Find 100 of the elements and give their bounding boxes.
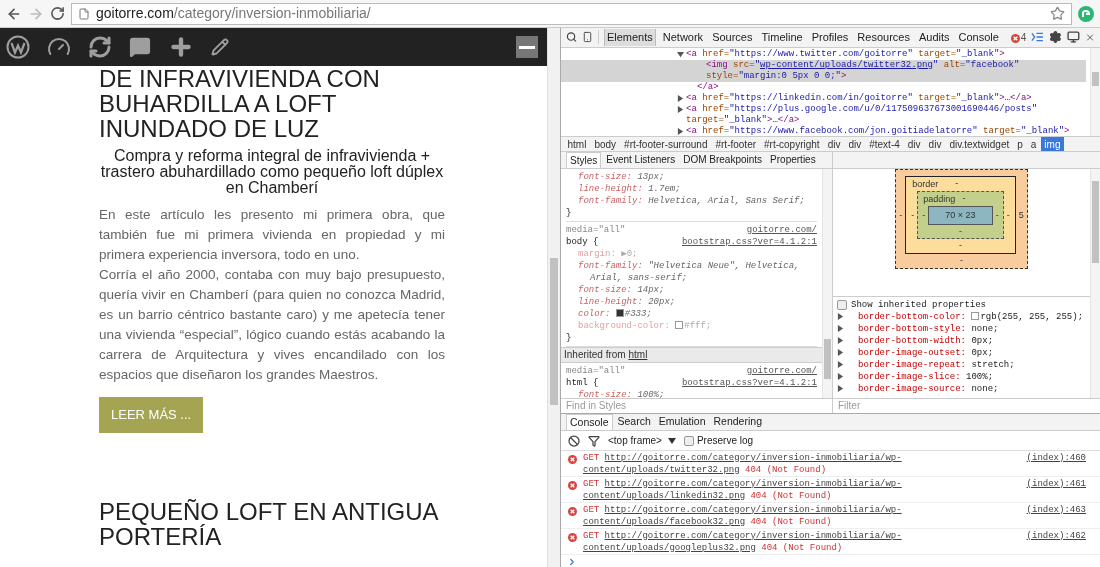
source-link[interactable]: (index):463	[1026, 503, 1086, 516]
screen-options-icon[interactable]	[516, 36, 538, 58]
panel-tab[interactable]: Network	[660, 29, 706, 46]
breadcrumb[interactable]: div	[925, 136, 945, 151]
color-swatch[interactable]	[675, 321, 684, 330]
scrollbar-thumb[interactable]	[1092, 180, 1099, 263]
panel-tab[interactable]: Console	[956, 29, 1001, 46]
breadcrumb[interactable]: #text-4	[865, 136, 904, 151]
panel-tab[interactable]: Sources	[710, 29, 755, 46]
panel-tab[interactable]: Timeline	[759, 29, 805, 46]
find-in-styles-field[interactable]: Find in Styles	[561, 397, 832, 413]
breadcrumb[interactable]: #rt-footer-surround	[620, 136, 711, 151]
source-link[interactable]: (index):460	[1026, 451, 1086, 464]
breadcrumb[interactable]: div	[824, 136, 844, 151]
pencil-icon[interactable]	[211, 38, 229, 56]
media-query: media="all"	[566, 223, 626, 236]
console-message: GET http://goitorre.com/category/inversion-inmobiliaria/wp- content/uploads/twitter32.png 404 (Not Found)	[583, 451, 903, 476]
scrollbar-thumb[interactable]	[1092, 71, 1099, 86]
scrollbar-thumb[interactable]	[824, 338, 831, 379]
reload-button[interactable]	[50, 6, 65, 21]
dom-node[interactable]: <a href="https://plus.google.com/u/0/117509637673001690446/posts" target="_blank">…</a>	[686, 103, 1086, 126]
css-property: border-image-source: none;	[857, 382, 999, 395]
source-link[interactable]: (index):462	[1026, 529, 1086, 542]
drawer-tab[interactable]: Search	[614, 414, 654, 431]
url-link[interactable]: content/uploads/facebook32.png	[583, 516, 746, 527]
panel-tab[interactable]: Elements	[603, 29, 656, 46]
refresh-icon[interactable]	[88, 35, 112, 59]
error-icon	[1010, 34, 1020, 44]
dock-icon[interactable]	[1067, 30, 1080, 45]
settings-icon[interactable]	[1049, 30, 1063, 45]
drawer-tab[interactable]: Emulation	[655, 414, 709, 431]
panel-tab[interactable]: Profiles	[809, 29, 851, 46]
device-icon[interactable]	[582, 31, 593, 44]
css-property: line-height: 20px;	[577, 295, 677, 308]
box-value: -	[958, 239, 963, 251]
article-paragraph: En este artículo les presento mi primera obra, que también fue mi primera vivienda en propiedad y mi primera experiencia inversora, todo en uno.	[99, 206, 445, 264]
scrollbar-thumb[interactable]	[550, 258, 558, 405]
url-link[interactable]: content/uploads/googleplus32.png	[583, 542, 756, 553]
breadcrumb[interactable]: body	[590, 136, 620, 151]
dom-node[interactable]: <a href="https://linkedin.com/in/goitorre" target="_blank">…</a>	[686, 92, 1032, 104]
drawer-tab[interactable]: Rendering	[710, 414, 765, 431]
breadcrumb[interactable]: #rt-footer	[711, 136, 760, 151]
breadcrumb[interactable]: div	[844, 136, 865, 151]
triangle-down-icon[interactable]	[677, 50, 684, 58]
breadcrumb[interactable]: html	[564, 136, 590, 151]
article-title[interactable]: DE INFRAVIVIENDA CON BUHARDILLA A LOFT INUNDADO DE LUZ	[99, 66, 380, 141]
source-link[interactable]: (index):461	[1026, 477, 1086, 490]
console-drawer-icon[interactable]	[1031, 32, 1045, 43]
box-value: -	[1005, 208, 1011, 221]
filter-icon[interactable]	[588, 434, 600, 447]
wordpress-logo-icon[interactable]	[6, 35, 30, 59]
checkbox[interactable]	[837, 299, 847, 310]
element-link[interactable]: html	[628, 348, 648, 360]
sidebar-tab[interactable]: DOM Breakpoints	[680, 151, 766, 168]
sidebar-tab[interactable]: Event Listeners	[603, 151, 679, 168]
color-swatch[interactable]	[971, 312, 980, 321]
dom-node[interactable]: <a href="https://www.facebook.com/jon.goitiadelatorre" target="_blank">	[686, 125, 1070, 136]
sidebar-tab[interactable]: Properties	[767, 151, 819, 168]
source-link[interactable]: goitorre.com/	[746, 364, 817, 377]
extension-icon[interactable]	[1078, 5, 1094, 22]
source-link[interactable]: bootstrap.css?ver=4.1.2:1	[681, 235, 817, 248]
breadcrumb[interactable]: p	[1013, 136, 1027, 151]
comment-icon[interactable]	[129, 36, 151, 58]
checkbox[interactable]	[683, 435, 694, 446]
css-property: border-bottom-style: none;	[857, 322, 999, 335]
triangle-right-icon[interactable]	[677, 127, 684, 135]
frame-dropdown[interactable]: <top frame>	[608, 433, 676, 449]
clear-console-icon[interactable]	[568, 434, 580, 447]
filter-field[interactable]: Filter	[833, 397, 1100, 413]
panel-tab[interactable]: Audits	[916, 29, 952, 46]
dom-node[interactable]: <a href="https://www.twitter.com/goitorre" target="_blank">	[686, 48, 1005, 60]
url-link[interactable]: http://goitorre.com/category/inversion-inmobiliaria/wp-	[604, 452, 902, 463]
url-link[interactable]: http://goitorre.com/category/inversion-inmobiliaria/wp-	[604, 530, 902, 541]
breadcrumb[interactable]: div.textwidget	[945, 136, 1013, 151]
prompt-icon[interactable]	[567, 557, 577, 567]
search-icon[interactable]	[566, 31, 577, 44]
bookmark-star-icon[interactable]	[1050, 6, 1065, 21]
resource-link[interactable]: wp-content/uploads/twitter32.png	[760, 59, 933, 70]
panel-tab[interactable]: Resources	[855, 29, 912, 46]
triangle-right-icon[interactable]	[677, 94, 684, 102]
color-swatch[interactable]	[615, 309, 624, 318]
add-icon[interactable]	[168, 34, 194, 60]
css-property: line-height: 1.7em;	[577, 182, 682, 195]
url-link[interactable]: content/uploads/twitter32.png	[583, 464, 740, 475]
article-subtitle: Compra y reforma integral de infravivienda + trastero abuhardillado como pequeño loft dúplex en Chamberí	[99, 148, 445, 196]
breadcrumb[interactable]: a	[1027, 136, 1040, 151]
breadcrumb[interactable]: #rt-copyright	[760, 136, 824, 151]
address-bar[interactable]: goitorre.com/category/inversion-inmobiliaria/	[71, 2, 1072, 25]
url-link[interactable]: http://goitorre.com/category/inversion-inmobiliaria/wp-	[604, 478, 902, 489]
breadcrumb[interactable]: img	[1040, 136, 1064, 151]
source-link[interactable]: goitorre.com/	[746, 223, 817, 236]
breadcrumb[interactable]: div	[904, 136, 925, 151]
url-link[interactable]: http://goitorre.com/category/inversion-inmobiliaria/wp-	[604, 504, 902, 515]
source-link[interactable]: bootstrap.css?ver=4.1.2:1	[681, 376, 817, 389]
url-link[interactable]: content/uploads/linkedin32.png	[583, 490, 746, 501]
triangle-right-icon[interactable]	[677, 105, 684, 113]
drawer-tab[interactable]: Console	[566, 414, 613, 431]
article-title[interactable]: PEQUEÑO LOFT EN ANTIGUA PORTERÍA	[99, 499, 439, 549]
css-property: margin: ▶0;	[577, 247, 639, 260]
error-count[interactable]: 4	[1020, 29, 1027, 45]
